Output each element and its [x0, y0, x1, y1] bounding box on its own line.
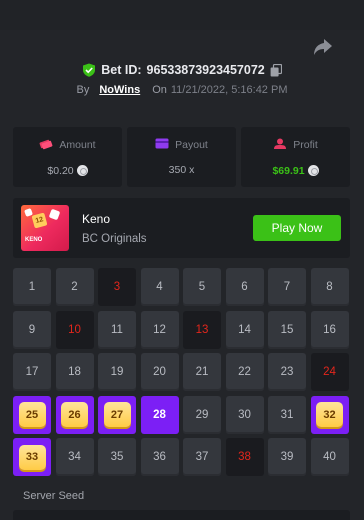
keno-cell: 23 — [268, 353, 306, 391]
keno-cell: 9 — [13, 310, 51, 349]
keno-cell: 25 — [13, 395, 51, 434]
keno-cell: 28 — [140, 395, 179, 434]
by-label: By — [76, 84, 90, 96]
bet-stats: Amount $0.20 Payout 350 x Profit $69.91 — [13, 127, 350, 187]
shield-check-icon — [82, 63, 96, 77]
gem-tile: 25 — [18, 402, 46, 427]
payout-label: Payout — [175, 139, 208, 151]
coin-icon — [76, 165, 88, 176]
money-icon — [39, 138, 53, 153]
profit-value: $69.91 — [272, 164, 305, 177]
keno-cell: 26 — [55, 395, 94, 434]
game-name: Keno — [82, 212, 111, 226]
share-icon[interactable] — [311, 36, 335, 58]
keno-cell: 22 — [225, 353, 264, 391]
keno-cell: 19 — [98, 353, 136, 391]
gem-tile: 26 — [61, 402, 88, 427]
keno-cell: 15 — [268, 310, 306, 349]
payout-value: 350 x — [168, 164, 195, 176]
gem-tile: 32 — [316, 402, 343, 427]
bet-author-row: By NoWins On 11/21/2022, 5:16:42 PM — [0, 82, 364, 98]
keno-cell: 34 — [55, 438, 94, 476]
keno-cell: 10 — [55, 310, 94, 349]
bet-id-label: Bet ID: — [101, 63, 142, 77]
gem-tile: 33 — [18, 444, 46, 470]
gem-tile: 27 — [103, 402, 131, 427]
bet-date: 11/21/2022, 5:16:42 PM — [170, 84, 288, 96]
thumb-tile: 12 — [31, 212, 48, 229]
keno-cell: 35 — [98, 438, 136, 476]
top-bar — [0, 0, 364, 30]
keno-cell: 27 — [98, 395, 136, 434]
game-card: 12 KENO Keno BC Originals Play Now — [13, 198, 350, 258]
keno-cell: 16 — [310, 310, 349, 349]
thumb-label: KENO — [25, 237, 43, 243]
keno-cell: 37 — [183, 438, 221, 476]
keno-cell: 40 — [310, 438, 349, 476]
keno-cell: 5 — [183, 268, 221, 306]
profit-stat: Profit $69.91 — [241, 127, 350, 187]
copy-icon[interactable] — [270, 63, 282, 77]
bet-id-value: 96533873923457072 — [146, 63, 265, 77]
keno-cell: 4 — [140, 268, 179, 306]
keno-cell: 17 — [13, 353, 51, 391]
on-label: On — [152, 84, 167, 96]
keno-cell: 21 — [183, 353, 221, 391]
amount-label: Amount — [59, 139, 96, 151]
keno-cell: 32 — [310, 395, 349, 434]
keno-cell: 38 — [225, 438, 264, 476]
server-seed-label: Server Seed — [23, 490, 85, 502]
tile-icon — [48, 208, 61, 221]
keno-thumbnail[interactable]: 12 KENO — [21, 205, 69, 251]
keno-cell: 11 — [98, 310, 136, 349]
keno-cell: 14 — [225, 310, 264, 349]
keno-cell: 33 — [13, 438, 51, 476]
bet-id-row: Bet ID: 96533873923457072 — [0, 60, 364, 80]
keno-cell: 18 — [55, 353, 94, 391]
keno-cell: 39 — [268, 438, 306, 476]
game-category: BC Originals — [82, 233, 147, 245]
keno-cell: 29 — [183, 395, 221, 434]
keno-cell: 12 — [140, 310, 179, 349]
amount-value: $0.20 — [47, 164, 74, 177]
keno-cell: 7 — [268, 268, 306, 306]
keno-cell: 6 — [225, 268, 264, 306]
keno-cell: 36 — [140, 438, 179, 476]
play-now-button[interactable]: Play Now — [253, 215, 341, 241]
profit-label: Profit — [293, 139, 318, 151]
keno-cell: 31 — [268, 395, 306, 434]
payout-stat: Payout 350 x — [127, 127, 236, 187]
keno-board: 1 2 3 4 5 6 7 8 9 10 11 12 13 14 15 16 17 18 19 20 21 22 23 24 2… — [13, 268, 351, 476]
amount-stat: Amount $0.20 — [13, 127, 122, 187]
profit-icon — [273, 138, 287, 153]
keno-cell: 20 — [140, 353, 179, 391]
coin-icon — [307, 165, 319, 176]
keno-cell: 30 — [225, 395, 264, 434]
keno-cell: 1 — [13, 268, 51, 306]
card-icon — [155, 138, 169, 152]
keno-cell: 3 — [98, 268, 136, 306]
username-link[interactable]: NoWins — [99, 84, 140, 96]
keno-cell: 24 — [310, 353, 349, 391]
server-seed-field — [13, 510, 350, 520]
keno-cell: 8 — [310, 268, 349, 306]
keno-cell: 13 — [183, 310, 221, 349]
keno-cell: 2 — [55, 268, 94, 306]
